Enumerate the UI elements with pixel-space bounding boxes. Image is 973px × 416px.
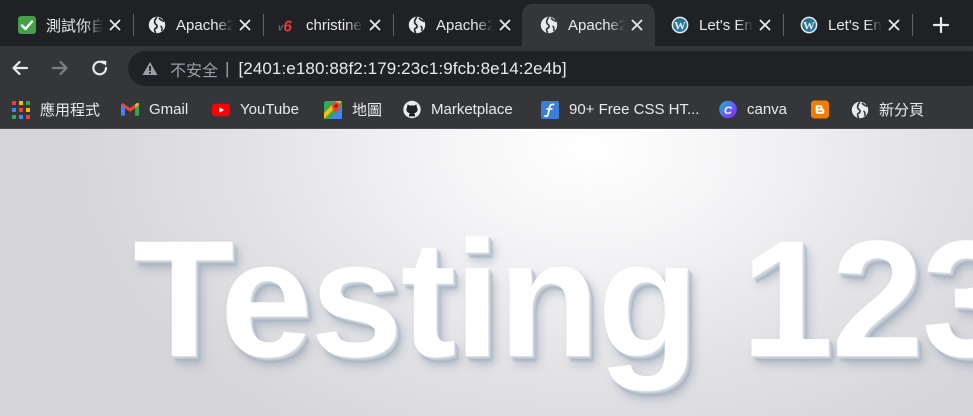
- youtube-icon: [212, 101, 230, 119]
- page-content: Testing 123: [0, 129, 973, 416]
- svg-text:C: C: [724, 105, 733, 117]
- globe-icon: [851, 101, 869, 119]
- bookmark-marketplace[interactable]: Marketplace: [403, 91, 513, 128]
- wordpress-icon: W: [671, 16, 689, 34]
- back-button[interactable]: [6, 54, 34, 82]
- security-status-label[interactable]: 不安全: [170, 57, 218, 81]
- tab-title: Apache2 Ubuntu Default Page: [568, 16, 625, 34]
- bookmark-maps[interactable]: 地圖: [324, 91, 382, 128]
- blogger-icon: [811, 100, 829, 119]
- checkmark-icon: [18, 16, 36, 34]
- close-icon[interactable]: [495, 15, 515, 35]
- arrow-left-icon: [12, 60, 29, 76]
- close-icon[interactable]: [884, 15, 904, 35]
- bookmark-youtube[interactable]: YouTube: [212, 91, 299, 128]
- url-text[interactable]: [2401:e180:88f2:179:23c1:9fcb:8e14:2e4b]: [238, 59, 566, 79]
- bookmarks-bar: 應用程式 Gmail YouTube 地圖 Marketplace 90+ Fr…: [0, 91, 973, 129]
- bookmark-label: 90+ Free CSS HT...: [569, 101, 700, 118]
- tab-title: 測試你自己的網站: [46, 17, 103, 35]
- close-icon[interactable]: [627, 15, 647, 35]
- page-headline: Testing 123: [133, 207, 973, 392]
- wordpress-icon: W: [800, 16, 818, 34]
- v6-icon: v6: [278, 16, 296, 34]
- bookmark-canva[interactable]: C canva: [719, 91, 787, 128]
- bookmark-gmail[interactable]: Gmail: [121, 91, 188, 128]
- bookmark-blogger[interactable]: [811, 91, 839, 128]
- forward-button[interactable]: [46, 54, 74, 82]
- warning-icon[interactable]: [142, 61, 158, 77]
- close-icon[interactable]: [105, 15, 125, 35]
- address-bar[interactable]: 不安全 | [2401:e180:88f2:179:23c1:9fcb:8e14…: [128, 51, 973, 86]
- tab-5-active[interactable]: Apache2 Ubuntu Default Page: [522, 4, 655, 46]
- bookmark-label: Gmail: [149, 101, 189, 118]
- close-icon[interactable]: [755, 15, 775, 35]
- tab-1[interactable]: 測試你自己的網站: [0, 4, 133, 46]
- tab-4[interactable]: Apache2 Ubuntu Default Page: [390, 4, 523, 46]
- bookmark-label: 應用程式: [40, 102, 101, 119]
- bookmark-label: 地圖: [352, 102, 383, 119]
- arrow-right-icon: [51, 60, 68, 76]
- maps-icon: [324, 100, 342, 119]
- css-icon: [541, 100, 559, 119]
- close-icon[interactable]: [365, 15, 385, 35]
- bookmark-label: YouTube: [240, 101, 299, 118]
- bookmark-label: 新分頁: [879, 102, 925, 119]
- tab-6[interactable]: W Let's Encrypt: [653, 4, 783, 46]
- canva-icon: C: [719, 100, 737, 119]
- bookmark-free-css[interactable]: 90+ Free CSS HT...: [541, 91, 699, 128]
- globe-icon: [408, 16, 426, 34]
- tab-title: Let's Encrypt: [699, 16, 753, 34]
- globe-icon: [148, 16, 166, 34]
- browser-toolbar: 不安全 | [2401:e180:88f2:179:23c1:9fcb:8e14…: [0, 46, 973, 91]
- tab-strip: 測試你自己的網站 Apache2 Ubuntu Default Page v6 …: [0, 0, 973, 46]
- new-tab-button[interactable]: [928, 12, 954, 38]
- svg-text:W: W: [803, 20, 815, 33]
- address-separator: |: [225, 58, 230, 78]
- reload-icon: [92, 60, 108, 76]
- tab-title: Apache2 Ubuntu Default Page: [436, 16, 493, 34]
- bookmark-label: Marketplace: [431, 101, 513, 118]
- svg-text:W: W: [674, 20, 686, 33]
- tab-title: christine: [306, 16, 362, 34]
- reload-button[interactable]: [86, 54, 114, 82]
- tab-title: Apache2 Ubuntu Default Page: [176, 16, 233, 34]
- bookmark-label: canva: [747, 101, 788, 118]
- bookmark-apps[interactable]: 應用程式: [12, 91, 100, 128]
- github-icon: [403, 100, 421, 119]
- globe-icon: [540, 16, 558, 34]
- tab-divider: [912, 14, 913, 36]
- tab-title: Let's Encrypt: [828, 16, 882, 34]
- tab-7[interactable]: W Let's Encrypt: [782, 4, 912, 46]
- bookmark-new-tab[interactable]: 新分頁: [851, 91, 924, 128]
- tab-2[interactable]: Apache2 Ubuntu Default Page: [130, 4, 263, 46]
- plus-icon: [932, 16, 950, 34]
- gmail-icon: [121, 101, 139, 119]
- tab-3[interactable]: v6 christine: [260, 4, 393, 46]
- svg-text:6: 6: [283, 18, 292, 34]
- close-icon[interactable]: [235, 15, 255, 35]
- apps-grid-icon: [12, 100, 30, 119]
